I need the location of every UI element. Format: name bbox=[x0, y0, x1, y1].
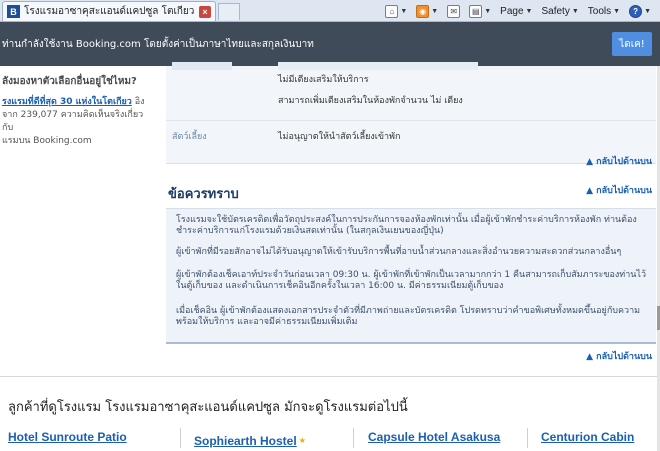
sidebar-line2: จาก 239,077 ความคิดเห็นจริงเกี่ยวกับ bbox=[2, 110, 144, 133]
hotel-separator bbox=[353, 428, 354, 448]
booking-favicon-icon: B bbox=[7, 5, 20, 18]
hotel-separator bbox=[527, 428, 528, 448]
back-to-top-link-2[interactable]: ▲ กลับไปด้านบน bbox=[586, 183, 652, 197]
extra-bed-text-1: ไม่มีเตียงเสริมให้บริการ bbox=[278, 75, 369, 85]
note-item: ผู้เข้าพักต้องเช็คเอาท์ประจำวันก่อนเวลา … bbox=[176, 270, 646, 291]
sidebar: ลังมองหาตัวเลือกอื่นอยู่ใช่ไหม? รงแรมที่… bbox=[0, 66, 156, 376]
back-to-top-link-3[interactable]: ▲ กลับไปด้านบน bbox=[586, 349, 652, 363]
hotel-link[interactable]: Centurion Cabin bbox=[541, 430, 634, 444]
home-icon: ⌂ bbox=[385, 4, 399, 18]
pets-text: ไม่อนุญาตให้นำสัตว์เลี้ยงเข้าพัก bbox=[278, 132, 401, 142]
hotel-link-wrap: Sophiearth Hostel ★ bbox=[194, 430, 306, 449]
back-to-top-link-1[interactable]: ▲ กลับไปด้านบน bbox=[586, 154, 652, 168]
home-button[interactable]: ⌂ ▼ bbox=[382, 2, 410, 20]
note-item: เมื่อเช็คอิน ผู้เข้าพักต้องแสดงเอกสารประ… bbox=[176, 306, 641, 327]
hotel-link[interactable]: Capsule Hotel Asakusa bbox=[368, 430, 500, 444]
print-button[interactable]: ▤ ▼ bbox=[466, 2, 494, 20]
help-icon: ? bbox=[629, 4, 643, 18]
help-button[interactable]: ? ▼ bbox=[626, 2, 654, 20]
notes-title: ข้อควรทราบ bbox=[168, 187, 239, 202]
sidebar-line1-suffix: อิง bbox=[131, 97, 145, 107]
hotel-link[interactable]: Sophiearth Hostel bbox=[194, 434, 297, 448]
policies-box: ไม่มีเตียงเสริมให้บริการ สามารถเพิ่มเตีย… bbox=[166, 62, 656, 164]
mail-icon: ✉ bbox=[447, 4, 461, 18]
extra-bed-text-2: สามารถเพิ่มเตียงเสริมในห้องพักจำนวน ไม่ … bbox=[278, 96, 463, 106]
feeds-button[interactable]: ◉ ▼ bbox=[413, 2, 441, 20]
tab-title: โรงแรมอาซาคุสะแอนด์แคปซูล โตเกียว ญี่ปุ่… bbox=[24, 6, 196, 17]
translate-ok-button[interactable]: ไดเค! bbox=[612, 32, 652, 56]
mail-button[interactable]: ✉ bbox=[444, 2, 463, 20]
note-item: โรงแรมจะใช้บัตรเครดิตเพื่อวัตถุประสงค์ใน… bbox=[176, 215, 637, 236]
page-menu-label: Page bbox=[500, 5, 524, 17]
sidebar-line1: รงแรมที่ดีที่สุด 30 แห่งในโตเกียว อิง bbox=[2, 96, 154, 109]
policy-divider bbox=[166, 120, 656, 121]
section-divider bbox=[0, 376, 660, 377]
notes-box: โรงแรมจะใช้บัตรเครดิตเพื่อวัตถุประสงค์ใน… bbox=[166, 208, 656, 344]
printer-icon: ▤ bbox=[469, 4, 483, 18]
also-viewed-hotels: Hotel Sunroute Patio Sophiearth Hostel ★ … bbox=[0, 426, 660, 451]
pets-label: สัตว์เลี้ยง bbox=[172, 132, 207, 142]
translate-bar: ท่านกำลังใช้งาน Booking.com โดยตั้งค่าเป… bbox=[0, 22, 660, 66]
translate-bar-text: ท่านกำลังใช้งาน Booking.com โดยตั้งค่าเป… bbox=[2, 38, 314, 50]
page-menu[interactable]: Page ▼ bbox=[497, 2, 535, 20]
hotel-separator bbox=[180, 428, 181, 448]
tools-menu[interactable]: Tools ▼ bbox=[585, 2, 623, 20]
also-viewed-title: ลูกค้าที่ดูโรงแรม โรงแรมอาซาคุสะแอนด์แคป… bbox=[8, 400, 408, 415]
policy-text-cut-off bbox=[278, 62, 478, 70]
browser-tab[interactable]: B โรงแรมอาซาคุสะแอนด์แคปซูล โตเกียว ญี่ป… bbox=[2, 1, 216, 21]
browser-chrome: B โรงแรมอาซาคุสะแอนด์แคปซูล โตเกียว ญี่ป… bbox=[0, 0, 660, 22]
best-hotels-link[interactable]: รงแรมที่ดีที่สุด 30 แห่งในโตเกียว bbox=[2, 97, 132, 107]
tab-close-icon[interactable]: × bbox=[199, 5, 211, 18]
sidebar-body: รงแรมที่ดีที่สุด 30 แห่งในโตเกียว อิง จา… bbox=[2, 96, 154, 148]
safety-menu-label: Safety bbox=[541, 5, 570, 17]
tools-menu-label: Tools bbox=[587, 5, 612, 17]
safety-menu[interactable]: Safety ▼ bbox=[538, 2, 581, 20]
note-item: ผู้เข้าพักที่มีรอยสักอาจไม่ได้รับอนุญาตใ… bbox=[176, 247, 622, 257]
hotel-link[interactable]: Hotel Sunroute Patio bbox=[8, 430, 127, 444]
sidebar-title: ลังมองหาตัวเลือกอื่นอยู่ใช่ไหม? bbox=[2, 76, 137, 87]
rss-icon: ◉ bbox=[416, 4, 430, 18]
policy-label-cut-off bbox=[172, 62, 232, 70]
star-icon: ★ bbox=[298, 436, 306, 445]
sidebar-line3: แรมบน Booking.com bbox=[2, 136, 92, 146]
new-tab-button[interactable] bbox=[218, 3, 240, 20]
browser-toolbar: ⌂ ▼ ◉ ▼ ✉ ▤ ▼ Page ▼ Safety ▼ Tools ▼ ? ▼ bbox=[382, 0, 660, 22]
